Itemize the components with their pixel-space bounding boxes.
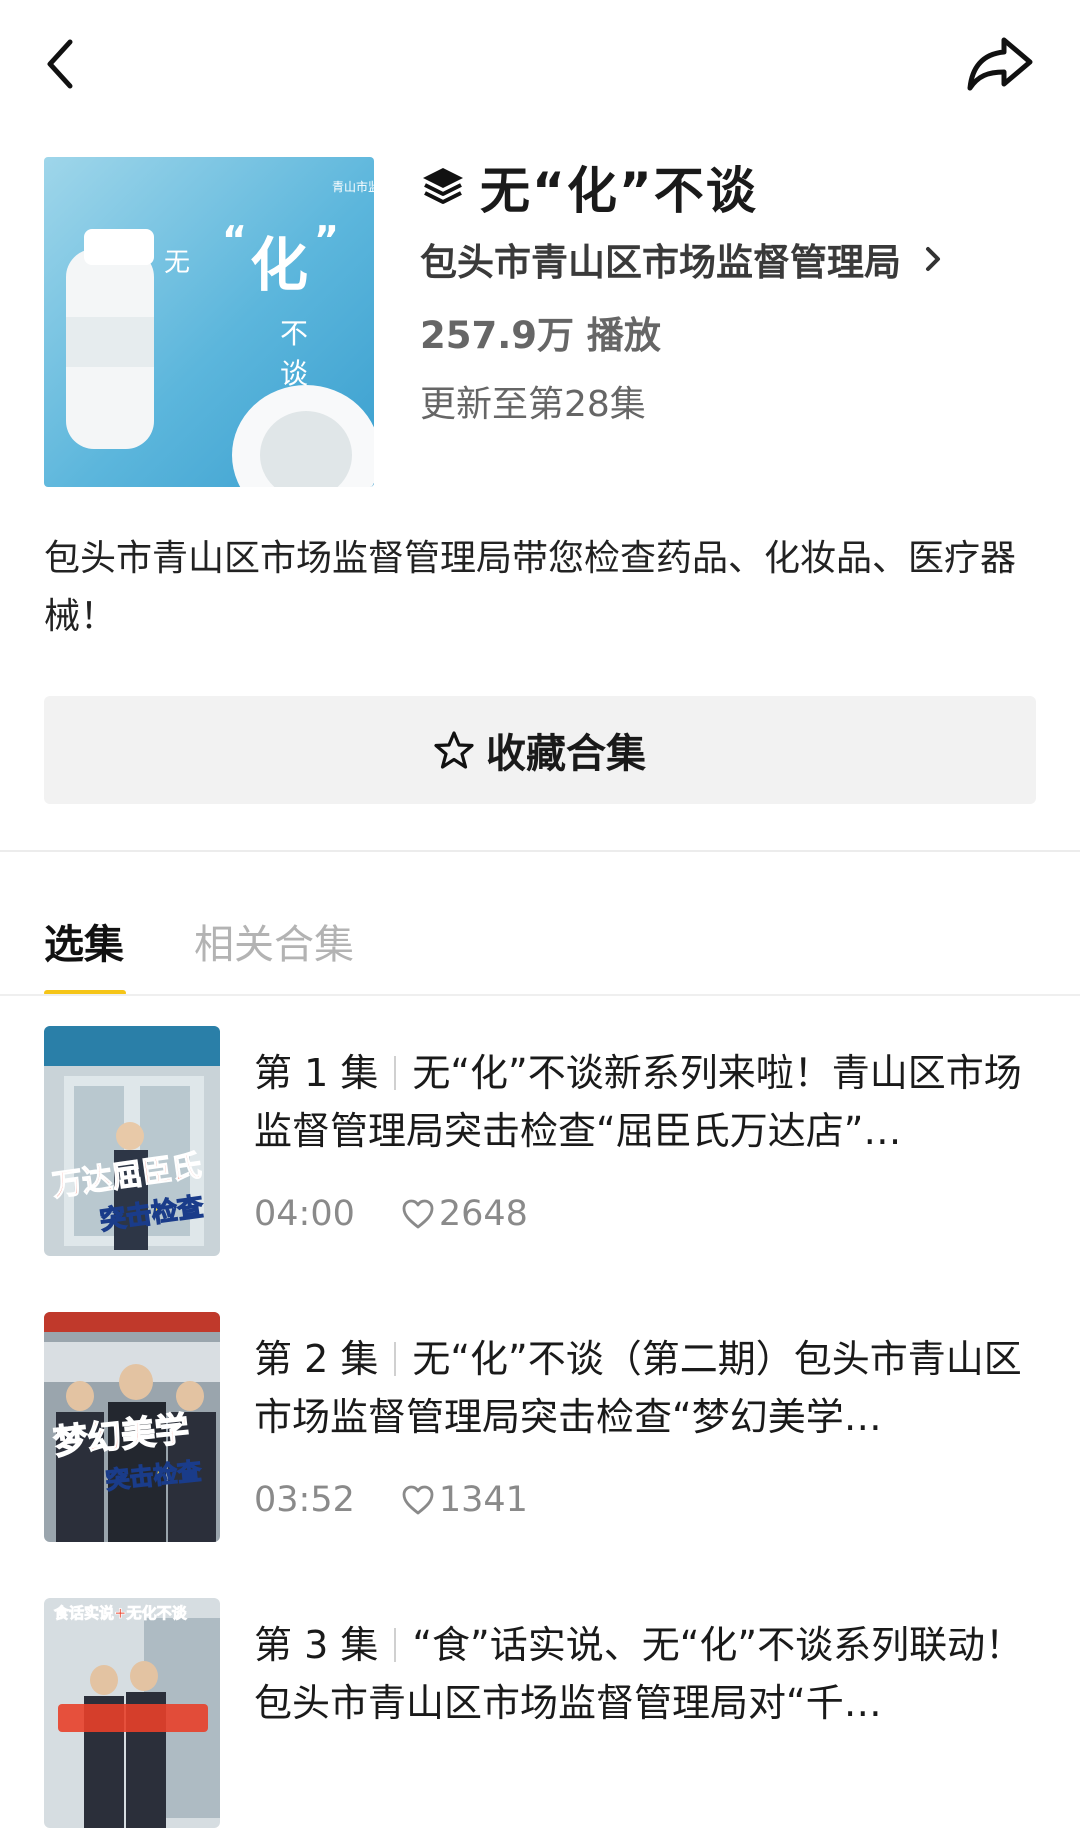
author-link[interactable]: 包头市青山区市场监督管理局 (420, 232, 945, 286)
cover-wu-text: 无 (164, 248, 190, 278)
episode-number: 第 3 集 (254, 1623, 379, 1667)
collect-button-label: 收藏合集 (486, 731, 646, 777)
cover-bu-text: 不 (280, 317, 308, 350)
title-separator (394, 1056, 397, 1090)
episode-title: 第 1 集无“化”不谈新系列来啦！青山区市场监督管理局突击检查“屈臣氏万达店”… (254, 1044, 1044, 1160)
section-divider (0, 850, 1080, 852)
collection-title-row: 无“化”不谈 (420, 152, 758, 222)
heart-outline-icon (402, 1485, 434, 1515)
collection-description: 包头市青山区市场监督管理局带您检查药品、化妆品、医疗器械！ (44, 538, 1017, 637)
episode-likes: 1341 (438, 1480, 528, 1520)
layers-icon (423, 168, 463, 204)
top-bar (0, 0, 1080, 130)
title-separator (394, 1628, 397, 1662)
cover-close-quote: ” (314, 218, 339, 262)
cover-logo-text: 青山市监 (332, 179, 374, 194)
tabs-divider (0, 994, 1080, 996)
tab-related-collections[interactable]: 相关合集 (194, 912, 354, 970)
play-count: 257.9万 播放 (420, 314, 661, 357)
episode-duration: 03:52 (254, 1480, 355, 1520)
star-outline-icon (434, 731, 474, 769)
episode-duration: 04:00 (254, 1194, 355, 1234)
share-button[interactable] (966, 34, 1036, 94)
author-name: 包头市青山区市场监督管理局 (420, 241, 901, 284)
title-separator (394, 1342, 397, 1376)
back-button[interactable] (40, 36, 90, 92)
episode-likes: 2648 (438, 1194, 528, 1234)
episode-title: 第 3 集 “食”话实说、无“化”不谈系列联动！包头市青山区市场监督管理局对“千… (254, 1616, 1044, 1732)
chevron-right-icon (926, 247, 940, 271)
cover-hua-text: 化 (250, 231, 308, 299)
episode-list-item[interactable]: 万达屈臣氏 突击检查 第 1 集无“化”不谈新系列来啦！青山区市场监督管理局突击… (0, 1026, 1080, 1266)
chevron-left-icon (47, 39, 73, 89)
update-status: 更新至第28集 (420, 384, 646, 425)
cover-open-quote: “ (222, 218, 247, 262)
episode-thumbnail: 食话实说+无化不谈 (44, 1598, 220, 1828)
episode-meta: 04:00 2648 (254, 1194, 528, 1234)
episode-title: 第 2 集无“化”不谈（第二期）包头市青山区市场监督管理局突击检查“梦幻美学… (254, 1330, 1044, 1446)
collection-title: 无“化”不谈 (480, 162, 758, 220)
thumb-caption-line1: 食话实说+无化不谈 (54, 1604, 188, 1622)
share-arrow-icon (967, 37, 1033, 91)
collect-collection-button[interactable]: 收藏合集 (44, 696, 1036, 804)
collection-cover-image: 青山市监 无 “ 化 ” 不 谈 (44, 157, 374, 487)
episode-list-item[interactable]: 梦幻美学 突击检查 第 2 集无“化”不谈（第二期）包头市青山区市场监督管理局突… (0, 1312, 1080, 1552)
episode-number: 第 2 集 (254, 1337, 379, 1381)
cover-tan-text: 谈 (280, 357, 308, 390)
episode-thumbnail: 万达屈臣氏 突击检查 (44, 1026, 220, 1256)
episode-list-item[interactable]: 食话实说+无化不谈 第 3 集 “食”话实说、无“化”不谈系列联动！包头市青山区市… (0, 1598, 1080, 1838)
episode-thumbnail: 梦幻美学 突击检查 (44, 1312, 220, 1542)
tab-episodes[interactable]: 选集 (44, 912, 124, 970)
episode-meta: 03:52 1341 (254, 1480, 528, 1520)
heart-outline-icon (402, 1199, 434, 1229)
episode-number: 第 1 集 (254, 1051, 379, 1095)
